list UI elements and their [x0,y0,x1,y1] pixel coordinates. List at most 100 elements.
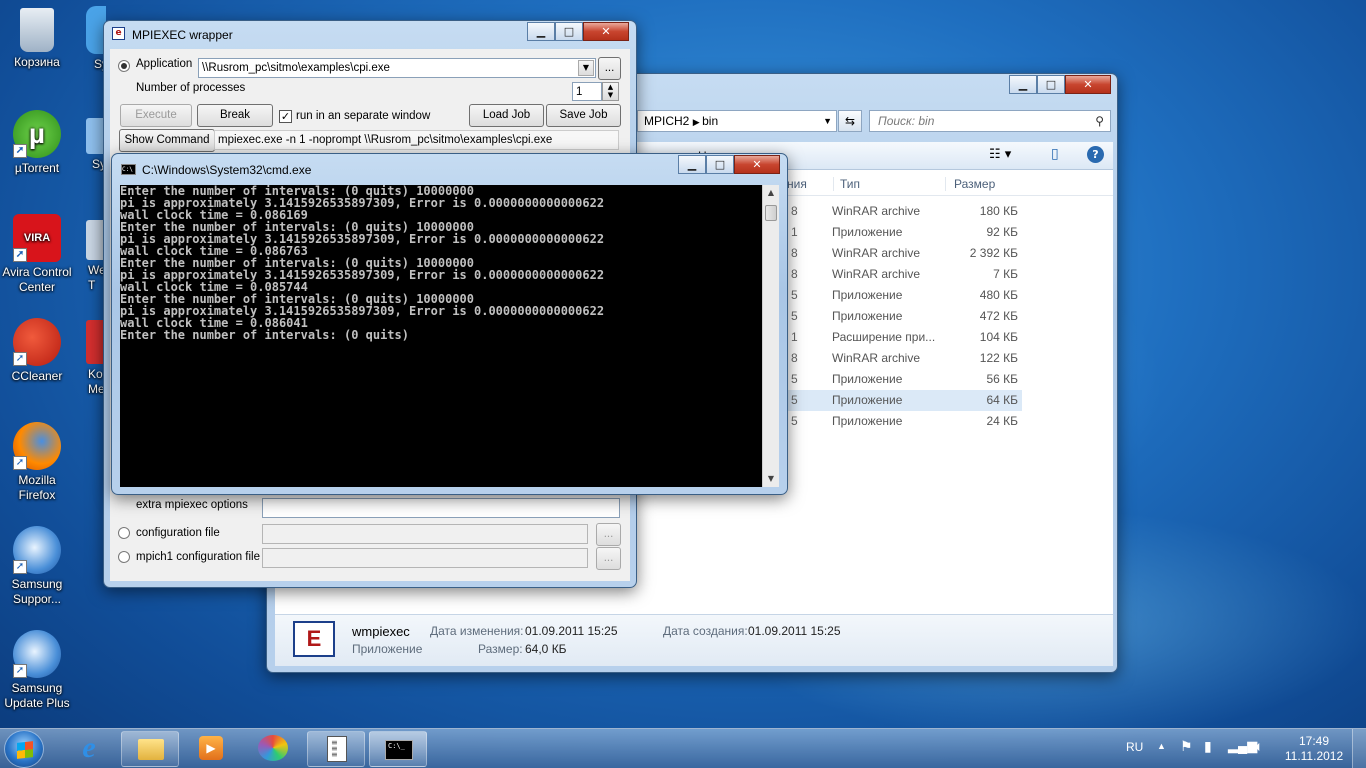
file-size: 56 КБ [986,372,1018,386]
action-center-icon[interactable]: ⚑ [1180,738,1193,755]
network-signal-icon[interactable]: ▂▄▆ [1228,738,1257,754]
close-button[interactable]: ✕ [583,22,629,41]
folder-icon [138,739,164,760]
desktop-icon-ccleaner[interactable]: ➚ CCleaner [0,318,74,384]
file-size: 480 КБ [979,288,1018,302]
file-date: 1 [791,225,798,239]
processes-spinner[interactable]: ▲ ▼ [602,82,619,101]
search-placeholder: Поиск: bin [878,114,935,128]
power-icon[interactable]: ▮ [1204,738,1212,755]
minimize-button[interactable]: ▁ [527,22,555,41]
language-indicator[interactable]: RU [1126,740,1143,754]
mpich1-config-radio[interactable] [118,551,130,563]
desktop-icon-recycle-bin[interactable]: Корзина [0,6,74,70]
media-player-icon[interactable]: ▶ [199,736,223,760]
breadcrumb-mpich2[interactable]: MPICH2 [644,114,689,128]
desktop-icon-avira[interactable]: VIRA ➚ Avira Control Center [0,214,74,295]
refresh-button[interactable]: ⇆ [838,110,862,132]
chevron-down-icon[interactable]: ▼ [578,60,594,76]
file-type: WinRAR archive [832,351,921,365]
console-line: Enter the number of intervals: (0 quits) [120,328,409,342]
taskbar-explorer[interactable] [121,731,179,767]
details-modified-value: 01.09.2011 15:25 [525,624,618,638]
configuration-file-radio[interactable] [118,527,130,539]
cmd-icon: C:\ [121,164,136,175]
execute-button[interactable]: Execute [120,104,192,127]
clock[interactable]: 17:49 11.11.2012 [1280,734,1348,764]
file-size: 104 КБ [979,330,1018,344]
maximize-button[interactable]: □ [1037,75,1065,94]
details-name: wmpiexec [352,624,410,639]
save-job-button[interactable]: Save Job [546,104,621,127]
desktop-icon-samsung-support[interactable]: ➚ Samsung Suppor... [0,526,74,607]
show-desktop-button[interactable] [1352,729,1366,768]
maximize-button[interactable]: □ [555,22,583,41]
desktop-icon-firefox[interactable]: ➚ Mozilla Firefox [0,422,74,503]
close-button[interactable]: ✕ [734,155,780,174]
file-icon: E [293,621,335,657]
ie-icon[interactable]: e [72,732,106,766]
col-size[interactable]: Размер [945,177,995,191]
minimize-button[interactable]: ▁ [1009,75,1037,94]
cmd-window[interactable]: C:\ C:\Windows\System32\cmd.exe ▁ □ ✕ En… [111,153,788,495]
break-button[interactable]: Break [197,104,273,127]
file-size: 7 КБ [993,267,1018,281]
separate-window-label: run in an separate window [296,110,431,122]
desktop-icon-utorrent[interactable]: µ ➚ µTorrent [0,110,74,176]
volume-icon[interactable]: 🔈︎ [1255,738,1263,755]
address-bar[interactable]: MPICH2 ▶ bin ▼ [637,110,837,132]
extra-options-label: extra mpiexec options [136,499,248,511]
taskbar-mpiexec[interactable]: ≡ ≡ ≡ [307,731,365,767]
separate-window-checkbox[interactable]: ✓ [279,110,292,123]
desktop-icon-label: Samsung Update Plus [4,681,70,710]
taskbar: e ▶ ≡ ≡ ≡ C:\_ RU ▲ ⚑ ▮ ▂▄▆ 🔈︎ 17:49 11.11… [0,728,1366,768]
paint-icon[interactable] [258,735,288,761]
details-created-value: 01.09.2011 15:25 [748,624,841,638]
console-output[interactable]: Enter the number of intervals: (0 quits)… [120,185,762,487]
scrollbar-thumb[interactable] [765,205,777,221]
minimize-button[interactable]: ▁ [678,155,706,174]
application-radio[interactable] [118,60,130,72]
search-input[interactable]: Поиск: bin ⚲ [869,110,1111,132]
recycle-bin-icon [20,8,54,52]
file-type: Приложение [832,288,903,302]
taskbar-cmd[interactable]: C:\_ [369,731,427,767]
desktop-icon-samsung-update[interactable]: ➚ Samsung Update Plus [0,630,74,711]
chevron-down-icon[interactable]: ▼ [823,111,832,131]
breadcrumb-bin[interactable]: bin [702,114,718,128]
cmd-icon: C:\_ [385,740,413,760]
file-type: Приложение [832,372,903,386]
file-date: 5 [791,393,798,407]
vertical-scrollbar[interactable]: ▲ ▼ [762,185,779,487]
maximize-button[interactable]: □ [706,155,734,174]
command-field[interactable]: mpiexec.exe -n 1 -noprompt \\Rusrom_pc\s… [214,130,619,150]
processes-input[interactable]: 1 [572,82,602,101]
window-title: C:\Windows\System32\cmd.exe [142,163,312,177]
configuration-file-input[interactable] [262,524,588,544]
mpich1-config-input[interactable] [262,548,588,568]
close-button[interactable]: ✕ [1065,75,1111,94]
desktop-icon-label: Samsung Suppor... [11,577,63,606]
help-icon[interactable]: ? [1087,146,1104,163]
start-button[interactable] [4,730,44,768]
desktop-icon-label: µTorrent [14,161,60,175]
show-command-button[interactable]: Show Command [119,129,215,152]
browse-mpich1-button[interactable]: ... [596,547,621,570]
show-hidden-icons[interactable]: ▲ [1157,741,1166,751]
application-combo[interactable]: \\Rusrom_pc\sitmo\examples\cpi.exe [198,58,596,78]
load-job-button[interactable]: Load Job [469,104,544,127]
scroll-down-arrow[interactable]: ▼ [763,471,779,487]
file-size: 64 КБ [986,393,1018,407]
scroll-up-arrow[interactable]: ▲ [763,185,779,201]
file-date: 5 [791,288,798,302]
col-type[interactable]: Тип [833,177,860,191]
preview-pane-icon[interactable]: ▯ [1051,146,1059,162]
avira-icon: VIRA ➚ [13,214,61,262]
browse-application-button[interactable]: ... [598,57,621,80]
file-date: 1 [791,330,798,344]
document-icon: ≡ ≡ ≡ [327,736,347,762]
col-modified[interactable]: ния [787,177,807,191]
browse-configuration-button[interactable]: ... [596,523,621,546]
view-options-icon[interactable]: ☷ ▾ [989,147,1011,162]
extra-options-input[interactable] [262,498,620,518]
